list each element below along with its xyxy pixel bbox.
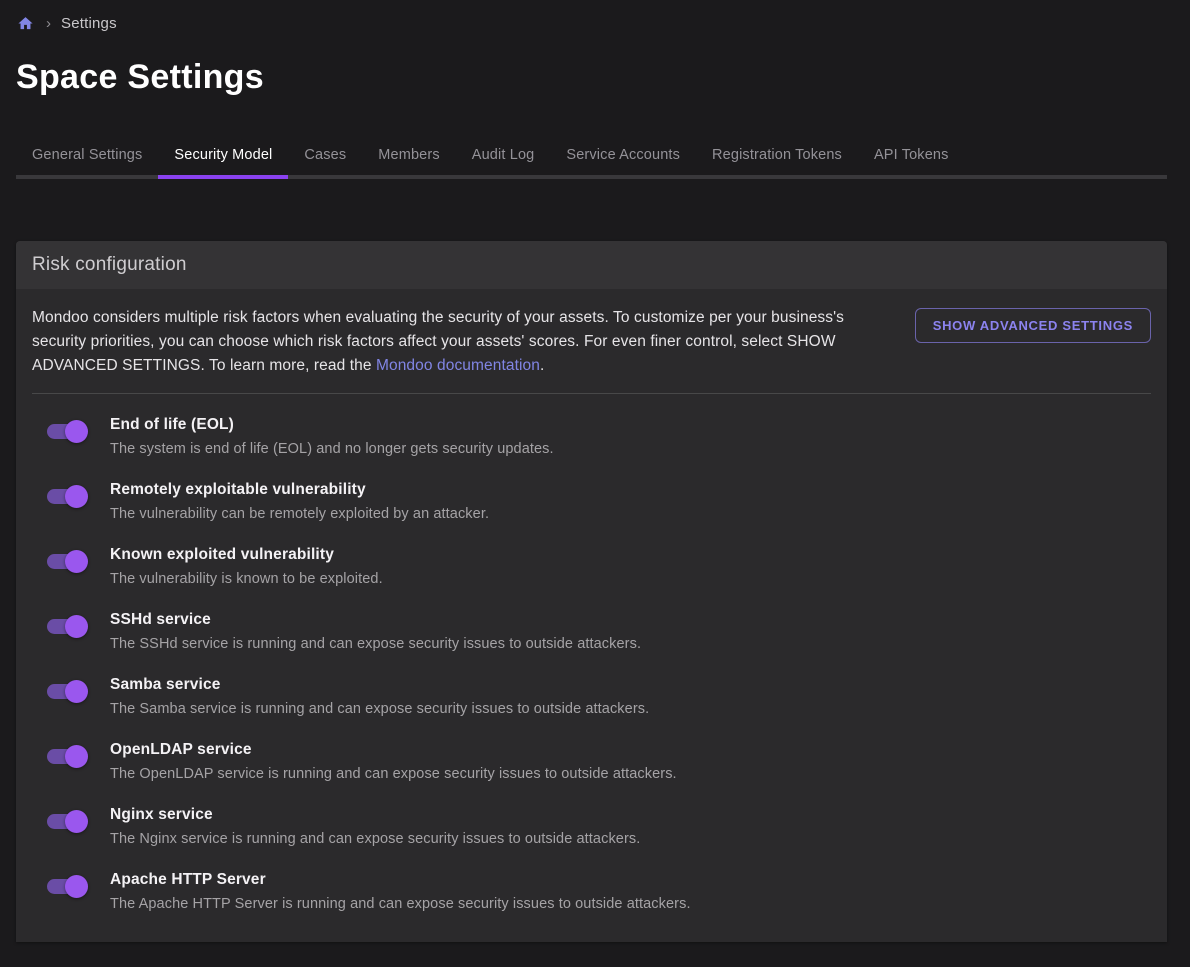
card-header: Risk configuration	[16, 241, 1167, 289]
risk-factor-title: End of life (EOL)	[110, 416, 554, 434]
show-advanced-settings-button[interactable]: SHOW ADVANCED SETTINGS	[915, 308, 1151, 343]
risk-factor-title: SSHd service	[110, 611, 641, 629]
breadcrumb-current: Settings	[61, 15, 117, 32]
risk-factor-row-known-exploited: Known exploited vulnerability The vulner…	[44, 545, 1151, 587]
page-title: Space Settings	[16, 57, 1190, 97]
toggle-switch[interactable]	[44, 548, 88, 574]
risk-factor-row-apache: Apache HTTP Server The Apache HTTP Serve…	[44, 870, 1151, 912]
tab-general-settings[interactable]: General Settings	[16, 135, 158, 175]
risk-factor-list: End of life (EOL) The system is end of l…	[16, 394, 1167, 942]
tab-bar: General Settings Security Model Cases Me…	[16, 135, 1167, 179]
tab-registration-tokens[interactable]: Registration Tokens	[696, 135, 858, 175]
risk-factor-title: OpenLDAP service	[110, 741, 677, 759]
risk-factor-row-sshd: SSHd service The SSHd service is running…	[44, 610, 1151, 652]
tab-cases[interactable]: Cases	[288, 135, 362, 175]
toggle-switch[interactable]	[44, 743, 88, 769]
tab-members[interactable]: Members	[362, 135, 455, 175]
card-intro: Mondoo considers multiple risk factors w…	[16, 289, 1167, 393]
toggle-switch[interactable]	[44, 613, 88, 639]
card-description: Mondoo considers multiple risk factors w…	[32, 306, 895, 378]
tab-security-model[interactable]: Security Model	[158, 135, 288, 175]
risk-factor-description: The SSHd service is running and can expo…	[110, 636, 641, 652]
risk-factor-description: The OpenLDAP service is running and can …	[110, 766, 677, 782]
risk-configuration-card: Risk configuration Mondoo considers mult…	[16, 241, 1167, 942]
tab-service-accounts[interactable]: Service Accounts	[550, 135, 696, 175]
risk-factor-description: The Apache HTTP Server is running and ca…	[110, 896, 691, 912]
risk-factor-description: The Samba service is running and can exp…	[110, 701, 649, 717]
card-description-period: .	[540, 357, 544, 374]
risk-factor-description: The vulnerability is known to be exploit…	[110, 571, 383, 587]
risk-factor-description: The Nginx service is running and can exp…	[110, 831, 640, 847]
switch-thumb	[65, 615, 88, 638]
switch-thumb	[65, 420, 88, 443]
switch-thumb	[65, 485, 88, 508]
risk-factor-row-openldap: OpenLDAP service The OpenLDAP service is…	[44, 740, 1151, 782]
risk-factor-description: The vulnerability can be remotely exploi…	[110, 506, 489, 522]
risk-factor-title: Known exploited vulnerability	[110, 546, 383, 564]
switch-thumb	[65, 680, 88, 703]
breadcrumb: › Settings	[17, 15, 1190, 32]
risk-factor-title: Nginx service	[110, 806, 640, 824]
switch-thumb	[65, 745, 88, 768]
mondoo-documentation-link[interactable]: Mondoo documentation	[376, 357, 540, 374]
card-title: Risk configuration	[32, 254, 187, 276]
risk-factor-title: Samba service	[110, 676, 649, 694]
risk-factor-row-eol: End of life (EOL) The system is end of l…	[44, 415, 1151, 457]
toggle-switch[interactable]	[44, 873, 88, 899]
breadcrumb-separator-icon: ›	[46, 15, 51, 32]
risk-factor-row-remote-vuln: Remotely exploitable vulnerability The v…	[44, 480, 1151, 522]
toggle-switch[interactable]	[44, 483, 88, 509]
switch-thumb	[65, 550, 88, 573]
page-root: › Settings Space Settings General Settin…	[0, 15, 1190, 942]
risk-factor-row-nginx: Nginx service The Nginx service is runni…	[44, 805, 1151, 847]
toggle-switch[interactable]	[44, 808, 88, 834]
risk-factor-description: The system is end of life (EOL) and no l…	[110, 441, 554, 457]
home-icon[interactable]	[17, 15, 34, 32]
risk-factor-row-samba: Samba service The Samba service is runni…	[44, 675, 1151, 717]
toggle-switch[interactable]	[44, 678, 88, 704]
toggle-switch[interactable]	[44, 418, 88, 444]
switch-thumb	[65, 875, 88, 898]
risk-factor-title: Remotely exploitable vulnerability	[110, 481, 489, 499]
tab-api-tokens[interactable]: API Tokens	[858, 135, 965, 175]
risk-factor-title: Apache HTTP Server	[110, 871, 691, 889]
switch-thumb	[65, 810, 88, 833]
tab-audit-log[interactable]: Audit Log	[456, 135, 551, 175]
